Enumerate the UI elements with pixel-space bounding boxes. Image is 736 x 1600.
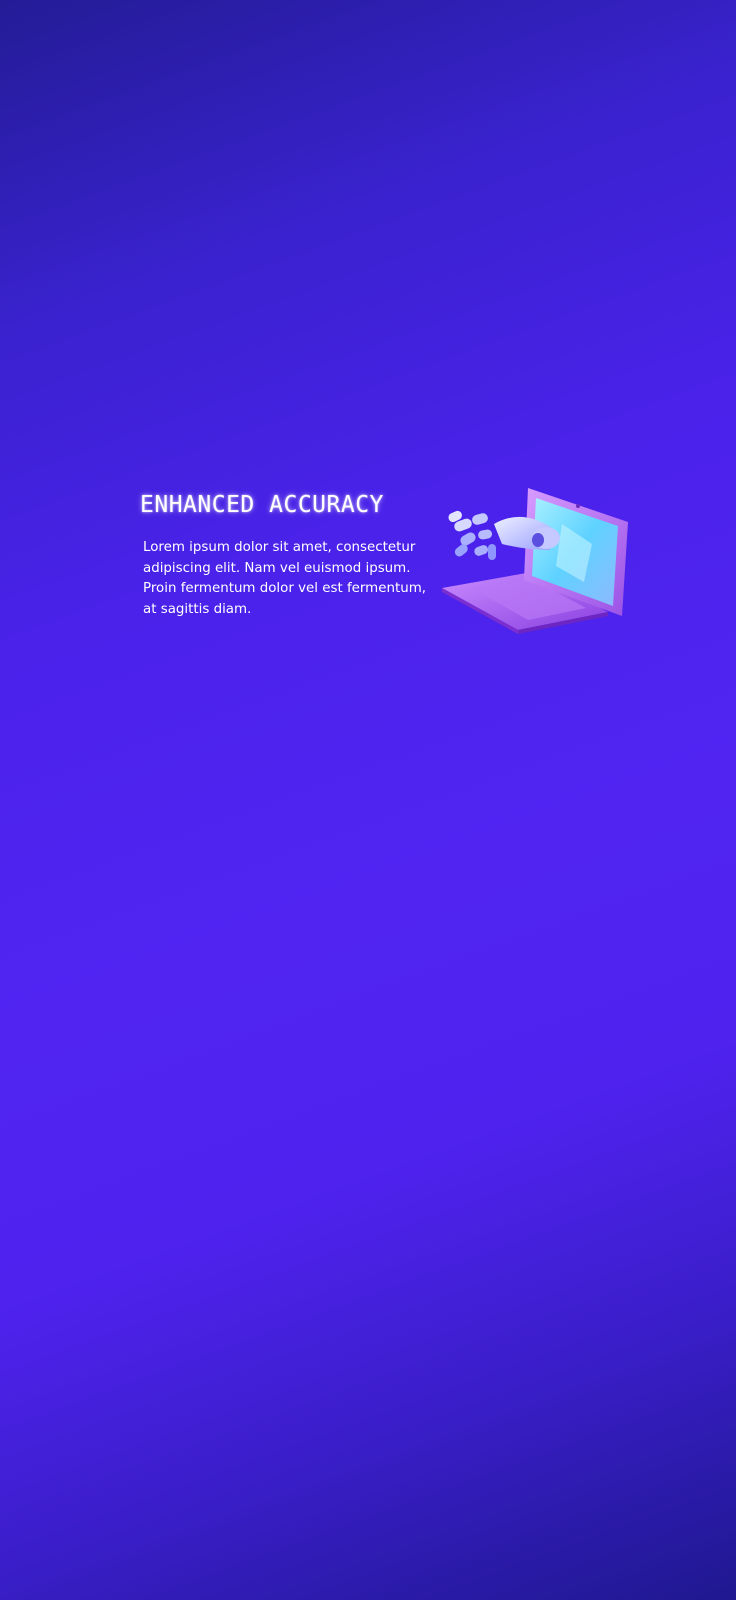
- onboarding-screen: ENHANCED ACCURACY Lorem ipsum dolor sit …: [0, 0, 736, 1600]
- feature-card: ENHANCED ACCURACY Lorem ipsum dolor sit …: [140, 484, 630, 644]
- feature-description: Lorem ipsum dolor sit amet, consectetur …: [143, 540, 426, 617]
- robot-hand-laptop-icon: [432, 484, 628, 644]
- feature-title: ENHANCED ACCURACY: [140, 492, 384, 518]
